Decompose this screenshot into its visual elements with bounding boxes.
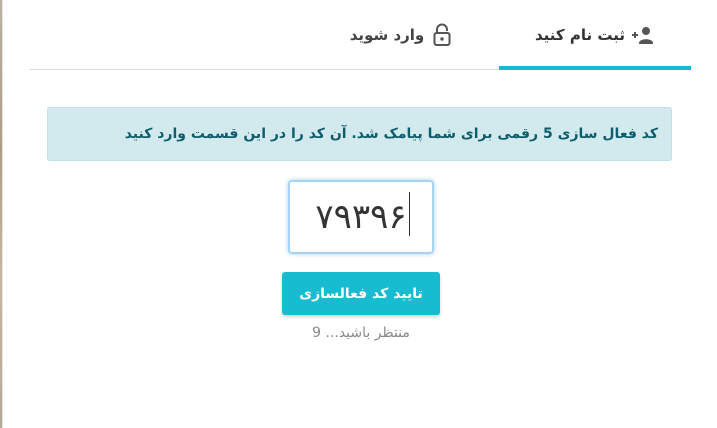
confirm-code-button[interactable]: تایید کد فعالسازی — [282, 272, 440, 315]
tab-login-label: وارد شوید — [349, 25, 425, 44]
text-caret — [409, 192, 410, 236]
info-alert: کد فعال سازی 5 رقمی برای شما پیامک شد. آ… — [47, 107, 672, 161]
left-edge-divider — [2, 0, 3, 428]
countdown-text: منتظر باشید... 9 — [312, 325, 410, 341]
user-plus-icon — [631, 23, 655, 47]
activation-code-field-wrapper — [288, 180, 434, 254]
active-tab-indicator — [499, 66, 691, 70]
tab-login[interactable]: وارد شوید — [305, 0, 499, 69]
activation-code-input[interactable] — [299, 191, 423, 243]
alert-message: کد فعال سازی 5 رقمی برای شما پیامک شد. آ… — [124, 126, 658, 142]
tab-register[interactable]: ثبت نام کنید — [499, 0, 691, 69]
tab-register-label: ثبت نام کنید — [535, 25, 625, 44]
unlock-icon — [430, 22, 454, 47]
activation-page: ثبت نام کنید وارد شوید کد فعال سازی 5 رق… — [0, 0, 717, 428]
